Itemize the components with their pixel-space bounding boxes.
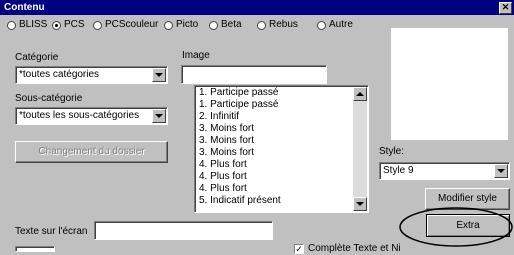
radio-circle-icon [164,20,173,30]
list-item[interactable]: 3. Moins fort [199,147,254,159]
radio-label: Beta [221,19,242,30]
radio-label: Picto [176,19,199,30]
radio-pcscouleur[interactable]: PCScouleur [93,19,158,31]
radio-rebus[interactable]: Rebus [257,19,298,31]
list-item[interactable]: 4. Plus fort [199,183,247,195]
scroll-up-icon[interactable] [353,87,367,101]
style-value: Style 9 [383,165,414,176]
radio-pcs[interactable]: PCS [52,19,85,31]
list-item[interactable]: 3. Moins fort [199,123,254,135]
sous-categorie-label: Sous-catégorie [15,93,83,104]
complete-checkbox[interactable]: ✓ [294,244,304,254]
chevron-down-icon[interactable] [152,109,166,123]
radio-circle-icon [93,20,102,30]
radio-label: BLISS [19,19,48,30]
texte-ecran-label: Texte sur l'écran [15,226,88,237]
radio-label: Rebus [269,19,298,30]
radio-bliss[interactable]: BLISS [7,19,47,31]
list-item[interactable]: 3. Moins fort [199,135,254,147]
radio-circle-icon [7,20,16,30]
style-combo[interactable]: Style 9 [379,162,510,180]
categorie-value: *toutes catégories [19,69,100,80]
radio-circle-icon [209,20,218,30]
title-bar: Contenu ✕ [0,0,514,15]
image-preview [391,28,508,140]
radio-autre[interactable]: Autre [317,19,353,31]
highlight-ellipse-icon [399,207,513,247]
radio-beta[interactable]: Beta [209,19,242,31]
chevron-down-icon[interactable] [152,68,166,82]
sous-categorie-combo[interactable]: *toutes les sous-catégories [15,107,168,125]
categorie-label: Catégorie [15,52,59,63]
radio-circle-icon [257,20,266,30]
radio-circle-icon [317,20,326,30]
style-label: Style: [379,146,405,157]
radio-label: PCS [64,19,85,30]
radio-picto[interactable]: Picto [164,19,198,31]
texte-ecran-input[interactable] [94,221,273,240]
image-label: Image [182,50,210,61]
image-list[interactable]: 1. Participe passé 1. Participe passé 2.… [194,85,369,213]
scroll-down-icon[interactable] [353,197,367,211]
list-scrollbar[interactable] [353,87,367,211]
partial-field[interactable] [15,246,55,252]
window-title: Contenu [4,2,45,13]
list-item[interactable]: 1. Participe passé [199,87,279,99]
list-item[interactable]: 4. Plus fort [199,171,247,183]
contenu-dialog: Contenu ✕ BLISS PCS PCScouleur Picto Bet… [0,0,514,254]
image-input[interactable] [181,65,327,84]
radio-circle-icon [52,20,61,30]
change-folder-button[interactable]: Changement du dossier [15,141,168,163]
complete-checkbox-label: Complète Texte et Ni [308,243,401,254]
radio-label: Autre [329,19,353,30]
chevron-down-icon[interactable] [494,164,508,178]
list-item[interactable]: 1. Participe passé [199,99,279,111]
list-item[interactable]: 4. Plus fort [199,159,247,171]
radio-label: PCScouleur [105,19,159,30]
list-item[interactable]: 5. Indicatif présent [199,195,281,207]
close-button[interactable]: ✕ [499,2,512,14]
list-item[interactable]: 2. Infinitif [199,111,239,123]
sous-categorie-value: *toutes les sous-catégories [19,110,140,121]
categorie-combo[interactable]: *toutes catégories [15,66,168,84]
